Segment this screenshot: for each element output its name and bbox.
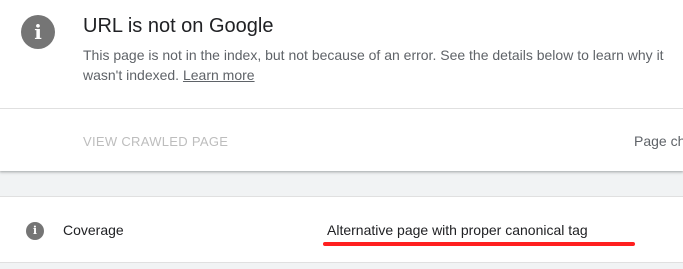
divider [0, 108, 683, 109]
info-icon: i [26, 222, 44, 240]
page-changes-button[interactable]: Page ch [634, 133, 683, 149]
highlight-underline [323, 242, 635, 246]
coverage-row[interactable]: i Coverage Alternative page with proper … [0, 196, 683, 263]
status-card: i URL is not on Google This page is not … [0, 0, 683, 171]
view-crawled-page-button[interactable]: VIEW CRAWLED PAGE [83, 134, 228, 149]
learn-more-link[interactable]: Learn more [183, 67, 255, 83]
coverage-value: Alternative page with proper canonical t… [327, 222, 588, 238]
info-icon: i [21, 15, 55, 49]
status-description-text: This page is not in the index, but not b… [83, 47, 664, 83]
status-title: URL is not on Google [83, 15, 274, 37]
coverage-label: Coverage [63, 222, 124, 238]
status-description: This page is not in the index, but not b… [83, 45, 673, 85]
